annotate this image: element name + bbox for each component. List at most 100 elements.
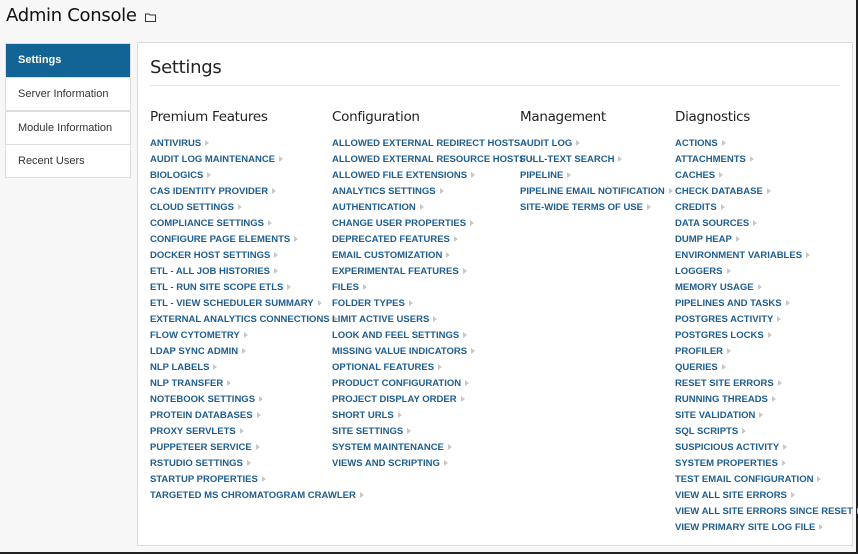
settings-link[interactable]: TARGETED MS CHROMATOGRAM CRAWLER xyxy=(150,490,356,501)
settings-link[interactable]: BIOLOGICS xyxy=(150,170,203,181)
caret-right-icon xyxy=(462,268,467,274)
list-item: RESET SITE ERRORS xyxy=(675,374,858,390)
settings-link[interactable]: AUTHENTICATION xyxy=(332,202,416,213)
settings-link[interactable]: POSTGRES LOCKS xyxy=(675,330,764,341)
list-item: AUTHENTICATION xyxy=(332,198,534,214)
settings-link[interactable]: CHECK DATABASE xyxy=(675,186,763,197)
list-item: ALLOWED EXTERNAL REDIRECT HOSTS xyxy=(332,134,534,150)
settings-link[interactable]: PROJECT DISPLAY ORDER xyxy=(332,394,457,405)
settings-link[interactable]: FULL-TEXT SEARCH xyxy=(520,154,614,165)
settings-link[interactable]: DEPRECATED FEATURES xyxy=(332,234,450,245)
settings-link[interactable]: PIPELINES AND TASKS xyxy=(675,298,782,309)
caret-right-icon xyxy=(735,236,740,242)
settings-link[interactable]: ETL - ALL JOB HISTORIES xyxy=(150,266,270,277)
settings-link[interactable]: VIEW ALL SITE ERRORS SINCE RESET xyxy=(675,506,853,517)
settings-link[interactable]: FILES xyxy=(332,282,359,293)
caret-right-icon xyxy=(806,252,811,258)
settings-link[interactable]: NLP LABELS xyxy=(150,362,209,373)
settings-link[interactable]: ALLOWED EXTERNAL REDIRECT HOSTS xyxy=(332,138,520,149)
list-item: VIEW PRIMARY SITE LOG FILE xyxy=(675,518,858,534)
settings-link[interactable]: VIEW ALL SITE ERRORS xyxy=(675,490,787,501)
settings-link[interactable]: RSTUDIO SETTINGS xyxy=(150,458,243,469)
settings-link[interactable]: AUDIT LOG MAINTENANCE xyxy=(150,154,275,165)
caret-right-icon xyxy=(465,380,470,386)
settings-link[interactable]: MISSING VALUE INDICATORS xyxy=(332,346,467,357)
settings-link[interactable]: LOOK AND FEEL SETTINGS xyxy=(332,330,459,341)
caret-right-icon xyxy=(237,204,242,210)
settings-link[interactable]: ETL - RUN SITE SCOPE ETLS xyxy=(150,282,283,293)
settings-link[interactable]: LDAP SYNC ADMIN xyxy=(150,346,238,357)
sidebar-item-recent-users[interactable]: Recent Users xyxy=(6,144,130,177)
settings-link[interactable]: NOTEBOOK SETTINGS xyxy=(150,394,255,405)
settings-link[interactable]: PIPELINE xyxy=(520,170,563,181)
settings-link[interactable]: ETL - VIEW SCHEDULER SUMMARY xyxy=(150,298,314,309)
caret-right-icon xyxy=(759,412,764,418)
settings-link[interactable]: DATA SOURCES xyxy=(675,218,749,229)
settings-link[interactable]: AUDIT LOG xyxy=(520,138,572,149)
settings-link[interactable]: FLOW CYTOMETRY xyxy=(150,330,240,341)
settings-link[interactable]: ALLOWED EXTERNAL RESOURCE HOSTS xyxy=(332,154,526,165)
settings-link[interactable]: ANTIVIRUS xyxy=(150,138,201,149)
settings-link[interactable]: PROTEIN DATABASES xyxy=(150,410,253,421)
settings-link[interactable]: SYSTEM MAINTENANCE xyxy=(332,442,444,453)
settings-link[interactable]: CLOUD SETTINGS xyxy=(150,202,234,213)
settings-link[interactable]: COMPLIANCE SETTINGS xyxy=(150,218,264,229)
caret-right-icon xyxy=(817,476,822,482)
settings-link[interactable]: CHANGE USER PROPERTIES xyxy=(332,218,466,229)
settings-link[interactable]: POSTGRES ACTIVITY xyxy=(675,314,773,325)
settings-link[interactable]: PROFILER xyxy=(675,346,723,357)
settings-link[interactable]: VIEWS AND SCRIPTING xyxy=(332,458,440,469)
caret-right-icon xyxy=(287,284,292,290)
settings-link[interactable]: DOCKER HOST SETTINGS xyxy=(150,250,270,261)
settings-link[interactable]: OPTIONAL FEATURES xyxy=(332,362,434,373)
settings-link[interactable]: SYSTEM PROPERTIES xyxy=(675,458,778,469)
settings-link[interactable]: SHORT URLS xyxy=(332,410,394,421)
settings-link[interactable]: LOGGERS xyxy=(675,266,723,277)
settings-link[interactable]: VIEW PRIMARY SITE LOG FILE xyxy=(675,522,815,533)
settings-link[interactable]: CONFIGURE PAGE ELEMENTS xyxy=(150,234,290,245)
list-item: VIEW ALL SITE ERRORS xyxy=(675,486,858,502)
list-item: SYSTEM PROPERTIES xyxy=(675,454,858,470)
settings-link[interactable]: CREDITS xyxy=(675,202,717,213)
settings-link[interactable]: SITE VALIDATION xyxy=(675,410,755,421)
settings-link[interactable]: CACHES xyxy=(675,170,715,181)
caret-right-icon xyxy=(766,188,771,194)
settings-link[interactable]: PUPPETEER SERVICE xyxy=(150,442,252,453)
caret-right-icon xyxy=(749,156,754,162)
settings-link[interactable]: NLP TRANSFER xyxy=(150,378,223,389)
settings-link[interactable]: SITE-WIDE TERMS OF USE xyxy=(520,202,643,213)
settings-link[interactable]: ACTIONS xyxy=(675,138,718,149)
settings-link[interactable]: STARTUP PROPERTIES xyxy=(150,474,258,485)
settings-link[interactable]: PRODUCT CONFIGURATION xyxy=(332,378,461,389)
sidebar-item-settings[interactable]: Settings xyxy=(6,44,130,77)
settings-link[interactable]: SUSPICIOUS ACTIVITY xyxy=(675,442,779,453)
settings-link[interactable]: ANALYTICS SETTINGS xyxy=(332,186,436,197)
list-item: VIEW ALL SITE ERRORS SINCE RESET xyxy=(675,502,858,518)
caret-right-icon xyxy=(567,172,572,178)
settings-link[interactable]: CAS IDENTITY PROVIDER xyxy=(150,186,268,197)
settings-link[interactable]: EXTERNAL ANALYTICS CONNECTIONS xyxy=(150,314,330,325)
settings-link[interactable]: PROXY SERVLETS xyxy=(150,426,236,437)
settings-link[interactable]: ATTACHMENTS xyxy=(675,154,746,165)
settings-link[interactable]: EXPERIMENTAL FEATURES xyxy=(332,266,459,277)
settings-link[interactable]: SITE SETTINGS xyxy=(332,426,403,437)
folder-icon[interactable] xyxy=(144,13,156,22)
sidebar-item-server-information[interactable]: Server Information xyxy=(6,77,130,110)
list-item: MISSING VALUE INDICATORS xyxy=(332,342,534,358)
settings-link[interactable]: PIPELINE EMAIL NOTIFICATION xyxy=(520,186,665,197)
settings-link[interactable]: ALLOWED FILE EXTENSIONS xyxy=(332,170,467,181)
settings-link[interactable]: RUNNING THREADS xyxy=(675,394,768,405)
settings-link[interactable]: EMAIL CUSTOMIZATION xyxy=(332,250,442,261)
settings-link[interactable]: RESET SITE ERRORS xyxy=(675,378,774,389)
settings-link[interactable]: FOLDER TYPES xyxy=(332,298,405,309)
list-item: ENVIRONMENT VARIABLES xyxy=(675,246,858,262)
settings-link[interactable]: SQL SCRIPTS xyxy=(675,426,738,437)
settings-link[interactable]: LIMIT ACTIVE USERS xyxy=(332,314,429,325)
settings-link[interactable]: ENVIRONMENT VARIABLES xyxy=(675,250,802,261)
settings-link[interactable]: TEST EMAIL CONFIGURATION xyxy=(675,474,813,485)
settings-link[interactable]: QUERIES xyxy=(675,362,718,373)
sidebar-item-module-information[interactable]: Module Information xyxy=(6,110,130,144)
settings-link[interactable]: DUMP HEAP xyxy=(675,234,732,245)
caret-right-icon xyxy=(783,444,788,450)
settings-link[interactable]: MEMORY USAGE xyxy=(675,282,754,293)
